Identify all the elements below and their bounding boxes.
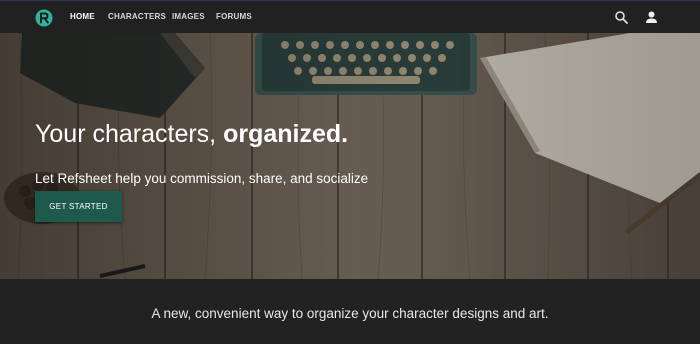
intro-tagline: A new, convenient way to organize your c…: [151, 306, 549, 321]
get-started-button[interactable]: GET STARTED: [35, 191, 122, 222]
hero-section: Your characters, organized. Let Refsheet…: [0, 33, 700, 279]
top-navbar: HOME CHARACTERS IMAGES FORUMS: [0, 0, 700, 33]
hero-subtitle: Let Refsheet help you commission, share,…: [35, 171, 369, 186]
desk-background-image: [0, 33, 700, 279]
hero-title-light: Your characters,: [35, 120, 217, 148]
nav-images-link[interactable]: IMAGES: [172, 12, 205, 21]
nav-home-link[interactable]: HOME: [70, 12, 95, 21]
refsheet-logo-icon[interactable]: [35, 9, 53, 27]
account-icon[interactable]: [644, 10, 659, 25]
intro-band: A new, convenient way to organize your c…: [0, 279, 700, 344]
nav-forums-link[interactable]: FORUMS: [216, 12, 252, 21]
search-icon[interactable]: [614, 10, 629, 25]
hero-title: Your characters, organized.: [35, 122, 348, 147]
nav-characters-link[interactable]: CHARACTERS: [108, 12, 166, 21]
hero-title-bold: organized.: [223, 120, 349, 148]
